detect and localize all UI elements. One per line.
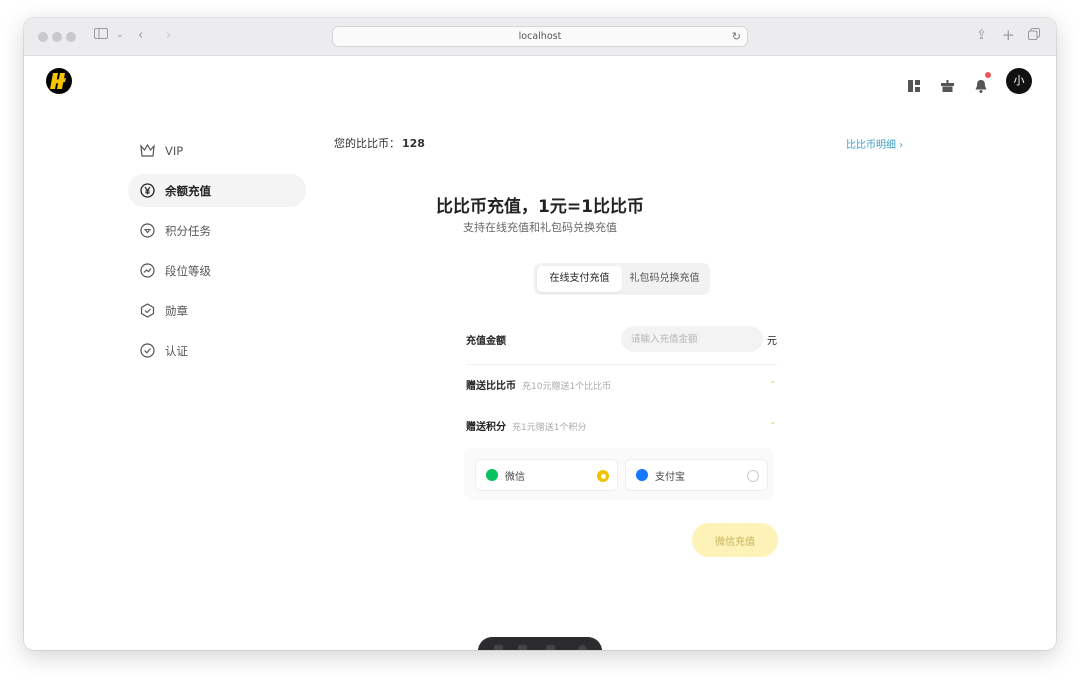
tab-gift-code[interactable]: 礼包码兑换充值 <box>622 266 707 292</box>
page-title: 比比币充值，1元=1比比币 <box>436 197 644 217</box>
crown-icon <box>140 143 155 158</box>
app-logo[interactable] <box>46 68 72 94</box>
bonus-coins-hint: 充10元赠送1个比比币 <box>522 382 612 392</box>
bonus-coins-value: - <box>771 377 775 388</box>
tabs-overview-icon[interactable] <box>1028 28 1040 44</box>
divider <box>466 364 777 365</box>
wechat-icon <box>486 469 498 481</box>
medal-icon <box>140 303 155 318</box>
bonus-points-hint: 充1元赠送1个积分 <box>512 423 587 433</box>
coin-detail-link[interactable]: 比比币明细 › <box>846 136 903 151</box>
balance-label: 您的比比币： <box>334 137 400 150</box>
page-subtitle: 支持在线充值和礼包码兑换充值 <box>463 221 617 234</box>
bell-icon[interactable] <box>975 80 987 97</box>
amount-unit: 元 <box>767 336 777 347</box>
bonus-coins-label: 赠送比比币 <box>466 381 516 392</box>
amount-input[interactable] <box>621 326 763 352</box>
sidebar-item-label: 勋章 <box>165 303 188 318</box>
sidebar: VIP 余额充值 积分任务 段位等级 勋章 认证 <box>128 134 306 374</box>
recharge-tabs: 在线支付充值 礼包码兑换充值 <box>534 263 710 295</box>
share-icon[interactable]: ⇪ <box>976 28 987 43</box>
back-icon[interactable]: ‹ <box>138 28 143 43</box>
bonus-points-value: - <box>771 418 775 429</box>
chevron-down-icon[interactable]: ⌄ <box>116 30 124 40</box>
browser-window: ⌄ ‹ › localhost ↻ ⇪ + 小 VIP 余额充值 积分任务 段位… <box>24 18 1056 650</box>
bonus-points-label: 赠送积分 <box>466 422 506 433</box>
tool-icon[interactable] <box>494 645 503 650</box>
forward-icon[interactable]: › <box>166 28 171 43</box>
tool-icon[interactable] <box>546 645 555 650</box>
amount-label: 充值金额 <box>466 336 506 347</box>
sidebar-item-vip[interactable]: VIP <box>128 134 306 167</box>
tool-icon[interactable] <box>518 645 527 650</box>
sidebar-item-level[interactable]: 段位等级 <box>128 254 306 287</box>
layout-icon[interactable] <box>908 80 920 96</box>
floating-toolbar <box>478 637 602 650</box>
submit-recharge-button[interactable]: 微信充值 <box>692 523 778 557</box>
sidebar-item-label: VIP <box>165 143 184 158</box>
balance-display: 您的比比币： 128 <box>334 135 425 151</box>
balance-value: 128 <box>402 137 425 150</box>
alipay-icon <box>636 469 648 481</box>
sidebar-item-verify[interactable]: 认证 <box>128 334 306 367</box>
notification-badge <box>985 72 991 78</box>
sidebar-item-medal[interactable]: 勋章 <box>128 294 306 327</box>
pay-option-wechat[interactable]: 微信 <box>475 459 618 491</box>
gift-icon[interactable] <box>941 80 954 96</box>
pay-option-label: 微信 <box>505 471 525 483</box>
tab-online-pay[interactable]: 在线支付充值 <box>537 266 622 292</box>
zoom-window-button[interactable] <box>66 32 76 42</box>
reload-icon[interactable]: ↻ <box>732 27 741 46</box>
pay-option-label: 支付宝 <box>655 471 685 483</box>
minimize-window-button[interactable] <box>52 32 62 42</box>
pay-option-alipay[interactable]: 支付宝 <box>625 459 768 491</box>
alipay-radio[interactable] <box>747 470 759 482</box>
new-tab-icon[interactable]: + <box>1002 26 1015 44</box>
bonus-points-row: 赠送积分 充1元赠送1个积分 <box>466 418 586 433</box>
tool-icon[interactable] <box>578 645 587 650</box>
browser-titlebar: ⌄ ‹ › localhost ↻ ⇪ + <box>24 18 1056 56</box>
bonus-coins-row: 赠送比比币 充10元赠送1个比比币 <box>466 377 611 392</box>
wechat-radio[interactable] <box>597 470 609 482</box>
avatar[interactable]: 小 <box>1006 68 1032 94</box>
address-bar[interactable]: localhost ↻ <box>332 26 748 47</box>
sidebar-toggle-icon[interactable] <box>94 28 108 43</box>
check-circle-icon <box>140 343 155 358</box>
sidebar-item-label: 认证 <box>165 343 188 358</box>
trend-icon <box>140 263 155 278</box>
address-text: localhost <box>518 31 562 42</box>
close-window-button[interactable] <box>38 32 48 42</box>
sidebar-item-label: 段位等级 <box>165 263 211 278</box>
